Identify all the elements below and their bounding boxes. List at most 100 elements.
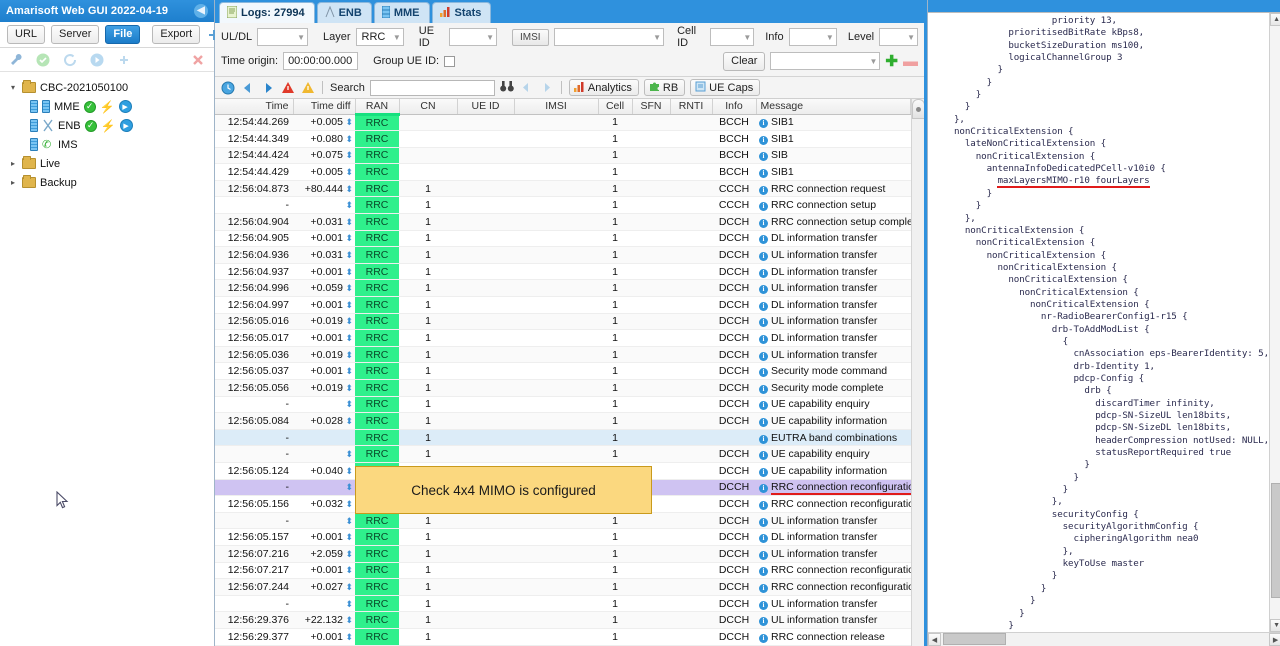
scroll-down-icon[interactable]: ▼: [1270, 619, 1280, 632]
scroll-left-icon[interactable]: ◀: [928, 633, 941, 646]
table-row[interactable]: 12:56:05.056 +0.019 ⬍ RRC 1 1 DCCH i Security m…: [215, 379, 911, 397]
layer-select[interactable]: RRC ▼: [355, 28, 404, 46]
table-row[interactable]: - ⬍ RRC 1 1 CCCH i RRC connection setup: [215, 196, 911, 215]
table-row[interactable]: 12:56:04.873 +80.444 ⬍ RRC 1 1 CCCH i RRC conne…: [215, 180, 911, 198]
tree-item-enb[interactable]: ENB ✓ ⚡ ▶: [0, 116, 214, 135]
info-select[interactable]: ▼: [788, 28, 837, 46]
tab-logs[interactable]: Logs: 27994: [219, 2, 315, 23]
scroll-right-icon[interactable]: ▶: [1269, 633, 1280, 646]
search-input[interactable]: [369, 79, 495, 96]
table-row[interactable]: 12:56:04.905 +0.001 ⬍ RRC 1 1 DCCH i DL informa…: [215, 230, 911, 248]
table-row[interactable]: 12:56:05.157 +0.001 ⬍ RRC 1 1 DCCH i DL informa…: [215, 528, 911, 546]
detail-vertical-scrollbar[interactable]: ▲ ▼: [1269, 13, 1280, 632]
chevron-right-icon[interactable]: ▸: [8, 178, 18, 187]
error-triangle-icon[interactable]: [280, 80, 295, 95]
col-sfn[interactable]: SFN: [632, 99, 671, 115]
h-scroll-thumb[interactable]: [943, 633, 1006, 645]
imsi-select[interactable]: ▼: [553, 28, 665, 46]
table-row[interactable]: 12:56:29.377 +0.001 ⬍ RRC 1 1 DCCH i RRC connec…: [215, 628, 911, 646]
chevron-left-icon[interactable]: ◀: [194, 4, 208, 18]
tab-mme[interactable]: MME: [373, 2, 430, 23]
detail-scroll-thumb[interactable]: [1271, 483, 1280, 598]
table-row[interactable]: 12:56:05.016 +0.019 ⬍ RRC 1 1 DCCH i UL informa…: [215, 313, 911, 331]
chevron-down-icon[interactable]: ▾: [8, 83, 18, 92]
play-icon[interactable]: ▶: [118, 100, 132, 113]
table-vertical-scrollbar[interactable]: [911, 99, 924, 646]
tree-item-ims[interactable]: ✆ IMS: [0, 135, 214, 154]
delete-x-icon[interactable]: [190, 52, 206, 68]
next-arrow-icon[interactable]: [539, 80, 554, 95]
table-row[interactable]: 12:56:05.037 +0.001 ⬍ RRC 1 1 DCCH i Security m…: [215, 362, 911, 380]
uldl-select[interactable]: ▼: [257, 28, 308, 46]
table-row[interactable]: 12:56:07.216 +2.059 ⬍ RRC 1 1 DCCH i UL informa…: [215, 545, 911, 563]
cellid-select[interactable]: ▼: [710, 28, 755, 46]
scroll-up-icon[interactable]: ▲: [1270, 13, 1280, 26]
level-select[interactable]: ▼: [879, 28, 918, 46]
table-row[interactable]: - RRC 1 1 i EUTRA band combinations: [215, 429, 911, 447]
table-row[interactable]: - ⬍ RRC 1 1 DCCH i UL information transfer: [215, 512, 911, 530]
time-origin-input[interactable]: 00:00:00.000: [283, 52, 359, 70]
table-row[interactable]: 12:56:04.997 +0.001 ⬍ RRC 1 1 DCCH i DL informa…: [215, 296, 911, 314]
analytics-button[interactable]: Analytics: [568, 79, 639, 96]
table-row[interactable]: 12:56:05.036 +0.019 ⬍ RRC 1 1 DCCH i UL informa…: [215, 346, 911, 364]
prev-arrow-icon[interactable]: [519, 80, 534, 95]
plus-green-icon[interactable]: ✚: [885, 54, 898, 69]
bolt-icon[interactable]: ⚡: [100, 101, 115, 113]
file-button[interactable]: File: [105, 25, 141, 44]
group-ue-checkbox[interactable]: [444, 55, 456, 67]
export-button[interactable]: Export: [152, 25, 201, 44]
col-ran[interactable]: RAN: [355, 99, 400, 116]
chevron-right-icon[interactable]: ▸: [8, 159, 18, 168]
table-row[interactable]: 12:56:04.937 +0.001 ⬍ RRC 1 1 DCCH i DL informa…: [215, 263, 911, 281]
tree-item-mme[interactable]: MME ✓ ⚡ ▶: [0, 97, 214, 116]
col-timediff[interactable]: Time diff: [293, 99, 356, 115]
server-button[interactable]: Server: [51, 25, 100, 44]
table-row[interactable]: 12:54:44.429 +0.005 ⬍ RRC 1 BCCH i SIB1: [215, 163, 911, 181]
col-info[interactable]: Info: [712, 99, 757, 115]
clock-icon[interactable]: [220, 80, 235, 95]
col-rnti[interactable]: RNTI: [670, 99, 713, 115]
clear-button[interactable]: Clear: [723, 51, 766, 71]
filter-preset-select[interactable]: ▼: [770, 52, 881, 70]
add-small-icon[interactable]: [116, 52, 132, 68]
rb-button[interactable]: RB: [643, 79, 686, 96]
forward-arrow-icon[interactable]: [260, 80, 275, 95]
table-row[interactable]: 12:54:44.349 +0.080 ⬍ RRC 1 BCCH i SIB1: [215, 130, 911, 148]
url-button[interactable]: URL: [7, 25, 46, 44]
table-row[interactable]: 12:56:07.217 +0.001 ⬍ RRC 1 1 DCCH i RRC connec…: [215, 562, 911, 580]
binoculars-icon[interactable]: [500, 80, 514, 96]
col-cn[interactable]: CN: [399, 99, 458, 115]
play-circle-icon[interactable]: [89, 52, 105, 68]
table-row[interactable]: - ⬍ RRC 1 1 DCCH i UE capability enquiry: [215, 445, 911, 463]
minus-red-icon[interactable]: ▬: [903, 54, 918, 69]
col-time[interactable]: Time: [215, 99, 294, 115]
imsi-button[interactable]: IMSI: [512, 28, 549, 46]
table-row[interactable]: 12:56:04.936 +0.031 ⬍ RRC 1 1 DCCH i UL informa…: [215, 246, 911, 264]
col-message[interactable]: Message: [756, 99, 911, 115]
h-scroll-track[interactable]: [941, 633, 1269, 646]
tree-item-live[interactable]: ▸ Live: [0, 154, 214, 173]
wrench-icon[interactable]: [8, 52, 24, 68]
asn1-detail-text[interactable]: priority 13, prioritisedBitRate kBps8, b…: [928, 13, 1269, 632]
table-row[interactable]: - ⬍ RRC 1 1 DCCH i UE capability enquiry: [215, 396, 911, 414]
col-imsi[interactable]: IMSI: [514, 99, 599, 115]
table-row[interactable]: 12:56:07.244 +0.027 ⬍ RRC 1 1 DCCH i RRC connec…: [215, 578, 911, 596]
table-row[interactable]: 12:56:04.996 +0.059 ⬍ RRC 1 1 DCCH i UL informa…: [215, 279, 911, 298]
warning-triangle-icon[interactable]: [300, 80, 315, 95]
ue-caps-button[interactable]: UE Caps: [690, 79, 761, 96]
table-row[interactable]: 12:56:05.084 +0.028 ⬍ RRC 1 1 DCCH i UE capabil…: [215, 412, 911, 430]
ueid-select[interactable]: ▼: [448, 28, 498, 46]
col-cell[interactable]: Cell: [598, 99, 633, 115]
bolt-icon[interactable]: ⚡: [101, 120, 116, 132]
table-row[interactable]: 12:54:44.424 +0.075 ⬍ RRC 1 BCCH i SIB: [215, 147, 911, 165]
detail-horizontal-scrollbar[interactable]: ◀ ▶: [928, 632, 1280, 646]
col-ueid[interactable]: UE ID: [457, 99, 515, 115]
table-row[interactable]: 12:56:04.904 +0.031 ⬍ RRC 1 1 DCCH i RRC connec…: [215, 213, 911, 231]
table-row[interactable]: 12:56:29.376 +22.132 ⬍ RRC 1 1 DCCH i UL inform…: [215, 611, 911, 629]
check-circle-icon[interactable]: [35, 52, 51, 68]
back-arrow-icon[interactable]: [240, 80, 255, 95]
tree-item-cbc[interactable]: ▾ CBC-2021050100: [0, 78, 214, 97]
table-row[interactable]: 12:54:44.269 +0.005 ⬍ RRC 1 BCCH i SIB1: [215, 114, 911, 132]
table-row[interactable]: - ⬍ RRC 1 1 DCCH i UL information transfer: [215, 595, 911, 613]
play-icon[interactable]: ▶: [119, 119, 133, 132]
